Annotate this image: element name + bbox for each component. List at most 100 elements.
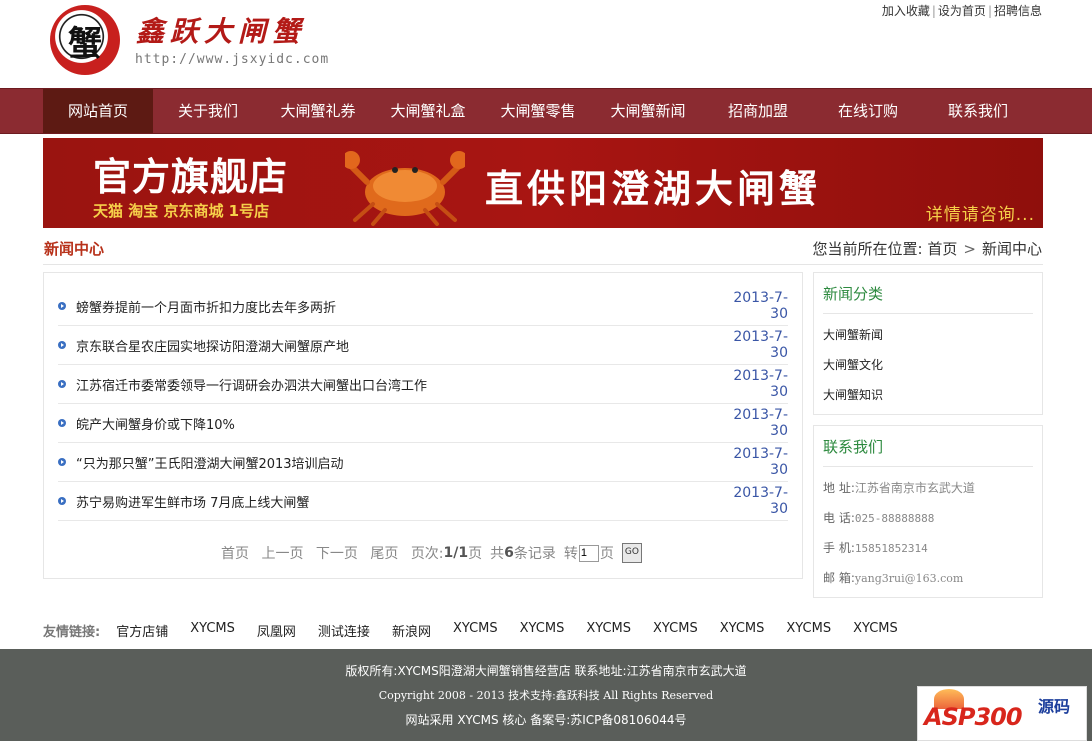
contact-value: 江苏省南京市玄武大道 xyxy=(854,481,975,495)
friend-link[interactable]: XYCMS xyxy=(586,621,631,640)
last-page-link[interactable]: 尾页 xyxy=(370,543,398,563)
friend-link[interactable]: XYCMS xyxy=(190,621,235,640)
category-title: 新闻分类 xyxy=(823,285,884,303)
watermark-text: ASP300 xyxy=(924,703,1023,731)
news-date: 2013-7-30 xyxy=(733,485,788,517)
banner-shops: 天猫 淘宝 京东商城 1号店 xyxy=(93,202,270,220)
news-item[interactable]: 京东联合星农庄园实地探访阳澄湖大闸蟹原产地 2013-7-30 xyxy=(58,326,788,365)
breadcrumb-home[interactable]: 首页 xyxy=(927,240,957,258)
news-title[interactable]: 皖产大闸蟹身价或下降10% xyxy=(76,414,728,433)
breadcrumb-current[interactable]: 新闻中心 xyxy=(982,240,1042,258)
nav-item-giftbox[interactable]: 大闸蟹礼盒 xyxy=(373,89,483,133)
brand-url: http://www.jsxyidc.com xyxy=(135,52,330,67)
bullet-arrow-icon xyxy=(58,380,66,388)
chevron-right-icon: > xyxy=(963,240,976,258)
news-date: 2013-7-30 xyxy=(733,368,788,400)
contact-value: yang3rui@163.com xyxy=(854,572,964,585)
top-links: 加入收藏 | 设为首页 | 招聘信息 xyxy=(882,2,1042,19)
divider xyxy=(823,466,1033,467)
news-item[interactable]: 苏宁易购进军生鲜市场 7月底上线大闸蟹 2013-7-30 xyxy=(58,482,788,521)
contact-label: 手 机: xyxy=(823,541,855,555)
news-date: 2013-7-30 xyxy=(733,446,788,478)
promo-banner[interactable]: 官方旗舰店 天猫 淘宝 京东商城 1号店 直供阳澄湖大闸蟹 详情请咨询... xyxy=(43,138,1043,228)
page-label: 页次: xyxy=(410,546,444,562)
jobs-link[interactable]: 招聘信息 xyxy=(994,4,1042,18)
brand-name[interactable]: 鑫跃大闸蟹 xyxy=(136,10,306,50)
nav-item-contact[interactable]: 联系我们 xyxy=(923,89,1033,133)
goto-label: 转 xyxy=(563,546,578,562)
goto-page-input[interactable] xyxy=(578,544,599,562)
nav-item-coupons[interactable]: 大闸蟹礼券 xyxy=(263,89,373,133)
contact-phone: 电 话:025-88888888 xyxy=(823,509,934,526)
news-title[interactable]: 京东联合星农庄园实地探访阳澄湖大闸蟹原产地 xyxy=(76,336,728,355)
category-item[interactable]: 大闸蟹知识 xyxy=(823,386,883,403)
friend-link[interactable]: 新浪网 xyxy=(392,621,431,640)
prev-page-link[interactable]: 上一页 xyxy=(261,543,303,563)
banner-title: 官方旗舰店 xyxy=(93,155,289,199)
news-item[interactable]: “只为那只蟹”王氏阳澄湖大闸蟹2013培训启动 2013-7-30 xyxy=(58,443,788,482)
go-button[interactable]: GO xyxy=(621,543,642,563)
first-page-link[interactable]: 首页 xyxy=(221,543,249,563)
crab-image xyxy=(345,151,465,226)
friend-link[interactable]: 官方店铺 xyxy=(116,621,168,640)
add-favorite-link[interactable]: 加入收藏 xyxy=(882,4,930,18)
news-item[interactable]: 螃蟹券提前一个月面市折扣力度比去年多两折 2013-7-30 xyxy=(58,287,788,326)
banner-more: 详情请咨询... xyxy=(925,205,1035,225)
news-list-panel: 螃蟹券提前一个月面市折扣力度比去年多两折 2013-7-30 京东联合星农庄园实地… xyxy=(43,272,803,579)
news-title[interactable]: 螃蟹券提前一个月面市折扣力度比去年多两折 xyxy=(76,297,728,316)
news-list: 螃蟹券提前一个月面市折扣力度比去年多两折 2013-7-30 京东联合星农庄园实地… xyxy=(58,287,788,521)
news-date: 2013-7-30 xyxy=(733,290,788,322)
watermark-logo: ASP300 源码 xyxy=(917,686,1087,741)
set-homepage-link[interactable]: 设为首页 xyxy=(938,4,986,18)
bullet-arrow-icon xyxy=(58,302,66,310)
contact-label: 电 话: xyxy=(823,511,855,525)
bullet-arrow-icon xyxy=(58,419,66,427)
friend-link[interactable]: XYCMS xyxy=(786,621,831,640)
friend-link[interactable]: XYCMS xyxy=(453,621,498,640)
total-prefix: 共 xyxy=(490,546,505,562)
breadcrumb: 您当前所在位置: 首页 > 新闻中心 xyxy=(813,238,1042,259)
news-title[interactable]: 江苏宿迁市委常委领导一行调研会办泗洪大闸蟹出口台湾工作 xyxy=(76,375,728,394)
category-item[interactable]: 大闸蟹新闻 xyxy=(823,326,883,343)
friend-link[interactable]: 测试连接 xyxy=(318,621,370,640)
contact-address: 地 址:江苏省南京市玄武大道 xyxy=(823,479,975,496)
nav-item-about[interactable]: 关于我们 xyxy=(153,89,263,133)
nav-item-retail[interactable]: 大闸蟹零售 xyxy=(483,89,593,133)
goto-unit: 页 xyxy=(599,546,614,562)
friend-link[interactable]: XYCMS xyxy=(520,621,565,640)
news-category-box: 新闻分类 大闸蟹新闻 大闸蟹文化 大闸蟹知识 xyxy=(813,272,1043,415)
next-page-link[interactable]: 下一页 xyxy=(316,543,358,563)
page-title: 新闻中心 xyxy=(44,240,105,258)
main-nav: 网站首页 关于我们 大闸蟹礼券 大闸蟹礼盒 大闸蟹零售 大闸蟹新闻 招商加盟 在… xyxy=(0,88,1092,134)
friend-link[interactable]: XYCMS xyxy=(853,621,898,640)
news-date: 2013-7-30 xyxy=(733,407,788,439)
category-item[interactable]: 大闸蟹文化 xyxy=(823,356,883,373)
news-title[interactable]: “只为那只蟹”王氏阳澄湖大闸蟹2013培训启动 xyxy=(76,453,728,472)
divider: | xyxy=(987,4,992,18)
banner-slogan: 直供阳澄湖大闸蟹 xyxy=(485,166,822,211)
news-item[interactable]: 皖产大闸蟹身价或下降10% 2013-7-30 xyxy=(58,404,788,443)
contact-value: 025-88888888 xyxy=(854,512,935,525)
nav-item-franchise[interactable]: 招商加盟 xyxy=(703,89,813,133)
nav-item-home[interactable]: 网站首页 xyxy=(43,89,153,133)
contact-email: 邮 箱:yang3rui@163.com xyxy=(823,569,963,586)
friend-links-label: 友情链接: xyxy=(43,625,101,640)
bullet-arrow-icon xyxy=(58,341,66,349)
bullet-arrow-icon xyxy=(58,458,66,466)
logo-seal[interactable]: 蟹 xyxy=(50,5,120,75)
news-title[interactable]: 苏宁易购进军生鲜市场 7月底上线大闸蟹 xyxy=(76,492,728,511)
friend-link[interactable]: XYCMS xyxy=(653,621,698,640)
friend-link[interactable]: XYCMS xyxy=(720,621,765,640)
watermark-text-cn: 源码 xyxy=(1038,697,1071,716)
nav-item-order[interactable]: 在线订购 xyxy=(813,89,923,133)
divider xyxy=(823,313,1033,314)
friend-links: 友情链接: 官方店铺 XYCMS 凤凰网 测试连接 新浪网 XYCMS XYCM… xyxy=(43,621,920,640)
friend-link[interactable]: 凤凰网 xyxy=(257,621,296,640)
nav-item-news[interactable]: 大闸蟹新闻 xyxy=(593,89,703,133)
page-value: 1/1 xyxy=(443,545,469,561)
total-suffix: 条记录 xyxy=(513,546,556,562)
page-unit: 页 xyxy=(468,546,483,562)
pagination: 首页 上一页 下一页 尾页 页次:1/1页 共6条记录 转页 GO xyxy=(221,543,642,563)
divider: | xyxy=(931,4,936,18)
news-item[interactable]: 江苏宿迁市委常委领导一行调研会办泗洪大闸蟹出口台湾工作 2013-7-30 xyxy=(58,365,788,404)
